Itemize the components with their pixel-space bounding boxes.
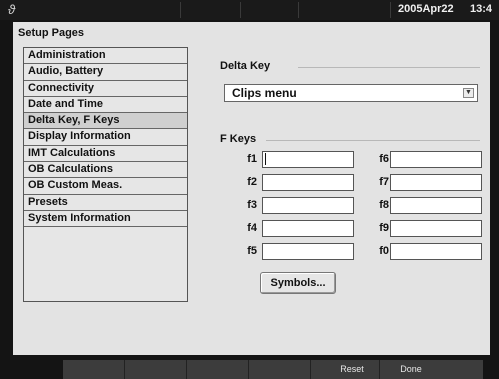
page-title: Setup Pages	[18, 27, 85, 39]
sidebar-item-delta-key-f-keys[interactable]: Delta Key, F Keys	[24, 113, 187, 130]
status-divider	[390, 2, 391, 18]
f3-field[interactable]	[262, 197, 354, 214]
f9-field[interactable]	[390, 220, 482, 237]
f9-label: f9	[379, 222, 389, 234]
status-divider	[298, 2, 299, 18]
f4-label: f4	[247, 222, 257, 234]
f7-label: f7	[379, 176, 389, 188]
f2-field[interactable]	[262, 174, 354, 191]
reset-button[interactable]: Reset	[325, 360, 380, 379]
sidebar-item-connectivity[interactable]: Connectivity	[24, 81, 187, 97]
wave-logo-icon: ϑ	[8, 2, 16, 17]
text-caret	[265, 153, 266, 165]
f2-label: f2	[247, 176, 257, 188]
soft-key-3[interactable]	[187, 360, 249, 379]
sidebar-item-ob-calculations[interactable]: OB Calculations	[24, 162, 187, 179]
f5-label: f5	[247, 245, 257, 257]
f-keys-divider	[266, 140, 480, 141]
status-date: 2005Apr22	[398, 3, 454, 15]
sidebar-item-imt-calculations[interactable]: IMT Calculations	[24, 146, 187, 163]
f3-label: f3	[247, 199, 257, 211]
delta-key-heading: Delta Key	[220, 60, 271, 72]
sidebar-item-administration[interactable]: Administration	[24, 48, 187, 65]
soft-key-4[interactable]	[249, 360, 311, 379]
f0-label: f0	[379, 245, 389, 257]
status-time: 13:4	[470, 3, 493, 15]
soft-key-1[interactable]	[63, 360, 125, 379]
delta-key-value: Clips menu	[232, 86, 297, 100]
symbols-button[interactable]: Symbols...	[260, 272, 336, 294]
sidebar-item-date-time[interactable]: Date and Time	[24, 97, 187, 114]
status-divider	[240, 2, 241, 18]
f8-label: f8	[379, 199, 389, 211]
f6-field[interactable]	[390, 151, 482, 168]
delta-key-divider	[298, 67, 480, 68]
f6-label: f6	[379, 153, 389, 165]
setup-page-list: Administration Audio, Battery Connectivi…	[23, 47, 188, 302]
chevron-down-icon[interactable]: ▼	[463, 88, 474, 98]
status-bar: ϑ 2005Apr22 13:4	[0, 0, 499, 20]
f1-label: f1	[247, 153, 257, 165]
soft-key-2[interactable]	[125, 360, 187, 379]
sidebar-item-presets[interactable]: Presets	[24, 195, 187, 211]
f4-field[interactable]	[262, 220, 354, 237]
f0-field[interactable]	[390, 243, 482, 260]
sidebar-item-ob-custom-meas[interactable]: OB Custom Meas.	[24, 178, 187, 195]
status-divider	[180, 2, 181, 18]
f-keys-heading: F Keys	[220, 133, 257, 145]
delta-key-select[interactable]: Clips menu ▼	[224, 84, 478, 102]
f7-field[interactable]	[390, 174, 482, 191]
f8-field[interactable]	[390, 197, 482, 214]
sidebar-item-audio-battery[interactable]: Audio, Battery	[24, 64, 187, 81]
f1-field[interactable]	[262, 151, 354, 168]
f5-field[interactable]	[262, 243, 354, 260]
sidebar-item-system-information[interactable]: System Information	[24, 211, 187, 228]
sidebar-item-display-information[interactable]: Display Information	[24, 129, 187, 146]
done-button[interactable]: Done	[380, 360, 442, 379]
soft-key-bar: Reset Done	[63, 360, 483, 379]
